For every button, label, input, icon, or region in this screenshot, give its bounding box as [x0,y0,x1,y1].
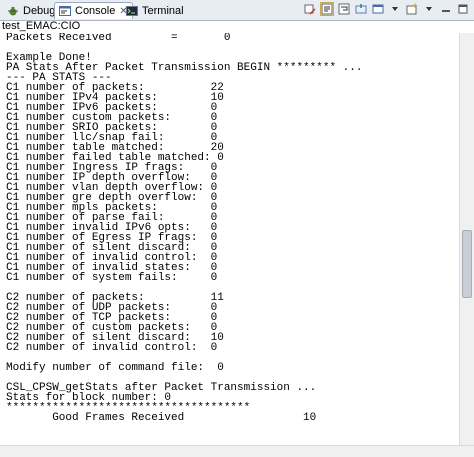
chevron-down-icon[interactable] [388,2,402,16]
terminal-icon [126,5,138,17]
console-icon [59,5,71,17]
console-line: C1 number of system fails: 0 [6,272,218,284]
console-name: test_EMAC:CIO [2,20,81,32]
clear-console-icon[interactable] [303,2,317,16]
word-wrap-icon[interactable] [337,2,351,16]
view-tab-bar: Debug Console ✕ Terminal [0,0,474,21]
tab-debug[interactable]: Debug [3,2,59,19]
new-console-icon[interactable] [405,2,419,16]
chevron-down-icon[interactable] [422,2,436,16]
minimize-icon[interactable] [439,2,453,16]
tab-debug-label: Debug [23,4,56,17]
console-output[interactable]: Packets Received = 0 Example Done! PA Stat… [0,33,460,445]
horizontal-scrollbar[interactable] [0,445,474,457]
console-line: Modify number of command file: 0 [6,362,224,374]
console-line: C2 number of invalid control: 0 [6,342,218,354]
vertical-scrollbar[interactable] [459,33,474,445]
console-line: Packets Received = 0 [6,33,231,44]
pin-console-icon[interactable] [354,2,368,16]
debug-icon [7,5,19,17]
display-console-icon[interactable] [371,2,385,16]
tab-terminal[interactable]: Terminal [122,2,188,19]
console-toolbar [303,2,470,18]
maximize-icon[interactable] [456,2,470,16]
scroll-lock-icon[interactable] [320,2,334,16]
tab-terminal-label: Terminal [142,4,184,17]
tab-console-label: Console [75,5,116,17]
tab-console[interactable]: Console ✕ [54,2,133,19]
console-line: Good Frames Received 10 [6,412,317,424]
scrollbar-thumb[interactable] [462,230,472,298]
